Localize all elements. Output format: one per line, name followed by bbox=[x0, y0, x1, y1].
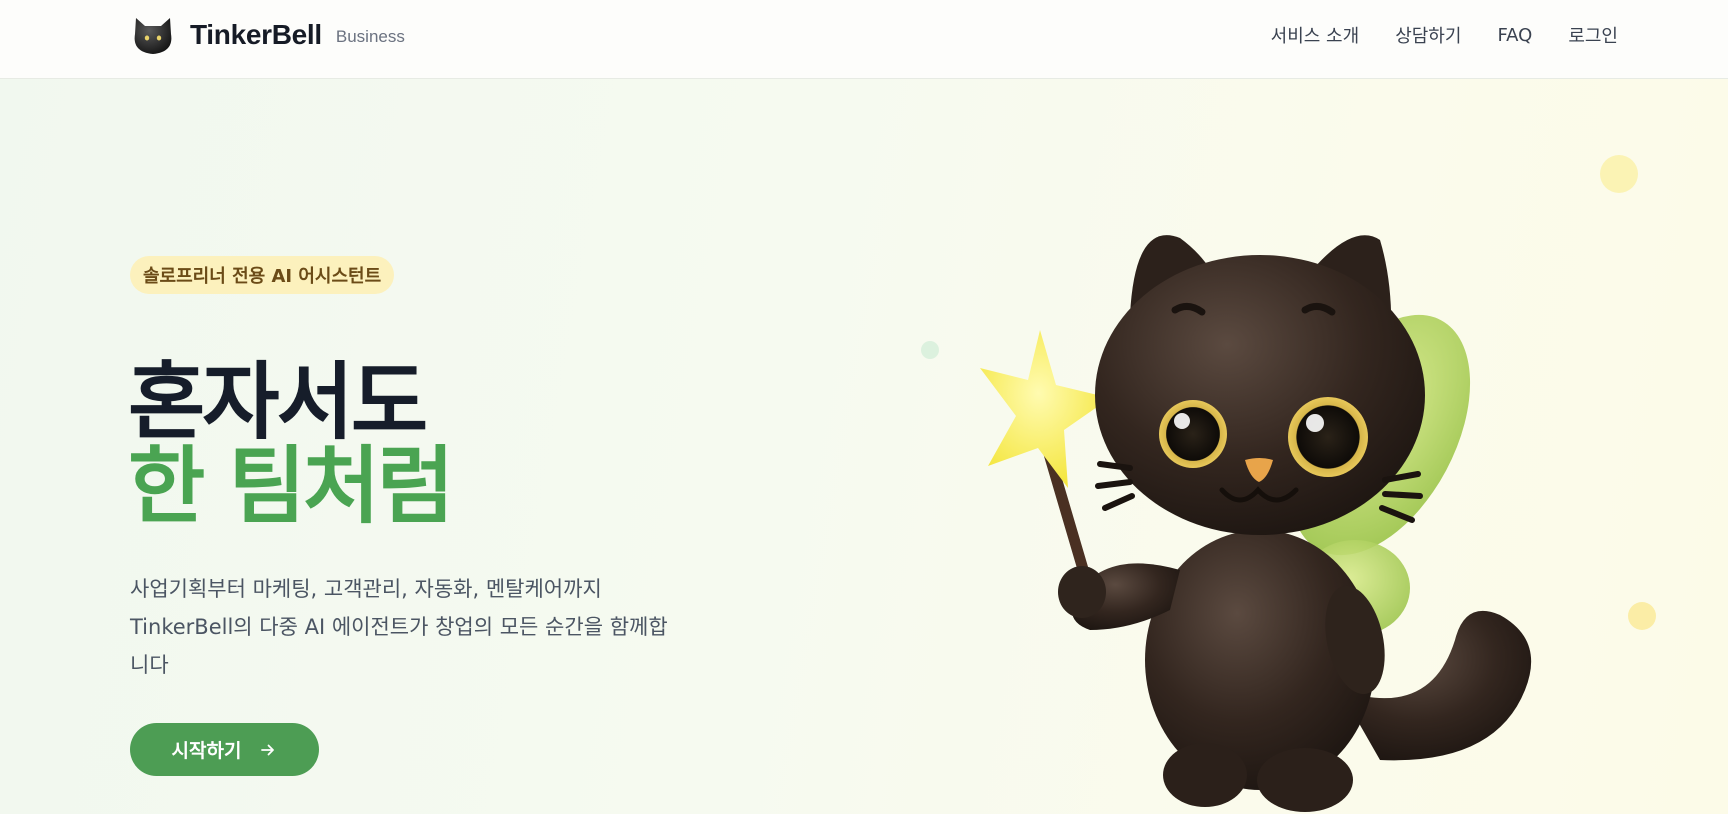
hero-description-line2: TinkerBell의 다중 AI 에이전트가 창업의 모든 순간을 함께합 bbox=[130, 615, 668, 639]
main-nav: 서비스 소개 상담하기 FAQ 로그인 bbox=[1271, 22, 1618, 48]
nav-item-faq[interactable]: FAQ bbox=[1497, 25, 1532, 46]
hero-headline-line2: 한 팀처럼 bbox=[128, 437, 454, 535]
hero-description-line3: 니다 bbox=[130, 653, 169, 677]
hero-badge: 솔로프리너 전용 AI 어시스턴트 bbox=[130, 256, 395, 294]
arrow-right-icon bbox=[261, 744, 275, 755]
nav-item-service-intro[interactable]: 서비스 소개 bbox=[1271, 22, 1360, 48]
fairy-cat-illustration bbox=[980, 235, 1532, 812]
brand-tag: Business bbox=[335, 26, 405, 46]
nav-item-login[interactable]: 로그인 bbox=[1568, 22, 1618, 48]
brand-name: TinkerBell bbox=[190, 19, 322, 50]
nav-item-consult[interactable]: 상담하기 bbox=[1395, 22, 1461, 48]
decor-dot bbox=[1628, 602, 1656, 630]
decor-dot bbox=[1600, 155, 1638, 193]
start-button[interactable]: 시작하기 bbox=[130, 723, 319, 776]
start-button-label: 시작하기 bbox=[171, 740, 242, 762]
black-cat-icon bbox=[134, 18, 172, 54]
decor-dot bbox=[921, 341, 939, 359]
hero-description: 사업기획부터 마케팅, 고객관리, 자동화, 멘탈케어까지 TinkerBell… bbox=[130, 570, 720, 684]
brand[interactable]: TinkerBell Business bbox=[130, 12, 405, 58]
site-header: TinkerBell Business 서비스 소개 상담하기 FAQ 로그인 bbox=[0, 0, 1728, 79]
hero-description-line1: 사업기획부터 마케팅, 고객관리, 자동화, 멘탈케어까지 bbox=[130, 577, 602, 601]
hero-headline-line1: 혼자서도 bbox=[128, 353, 428, 451]
